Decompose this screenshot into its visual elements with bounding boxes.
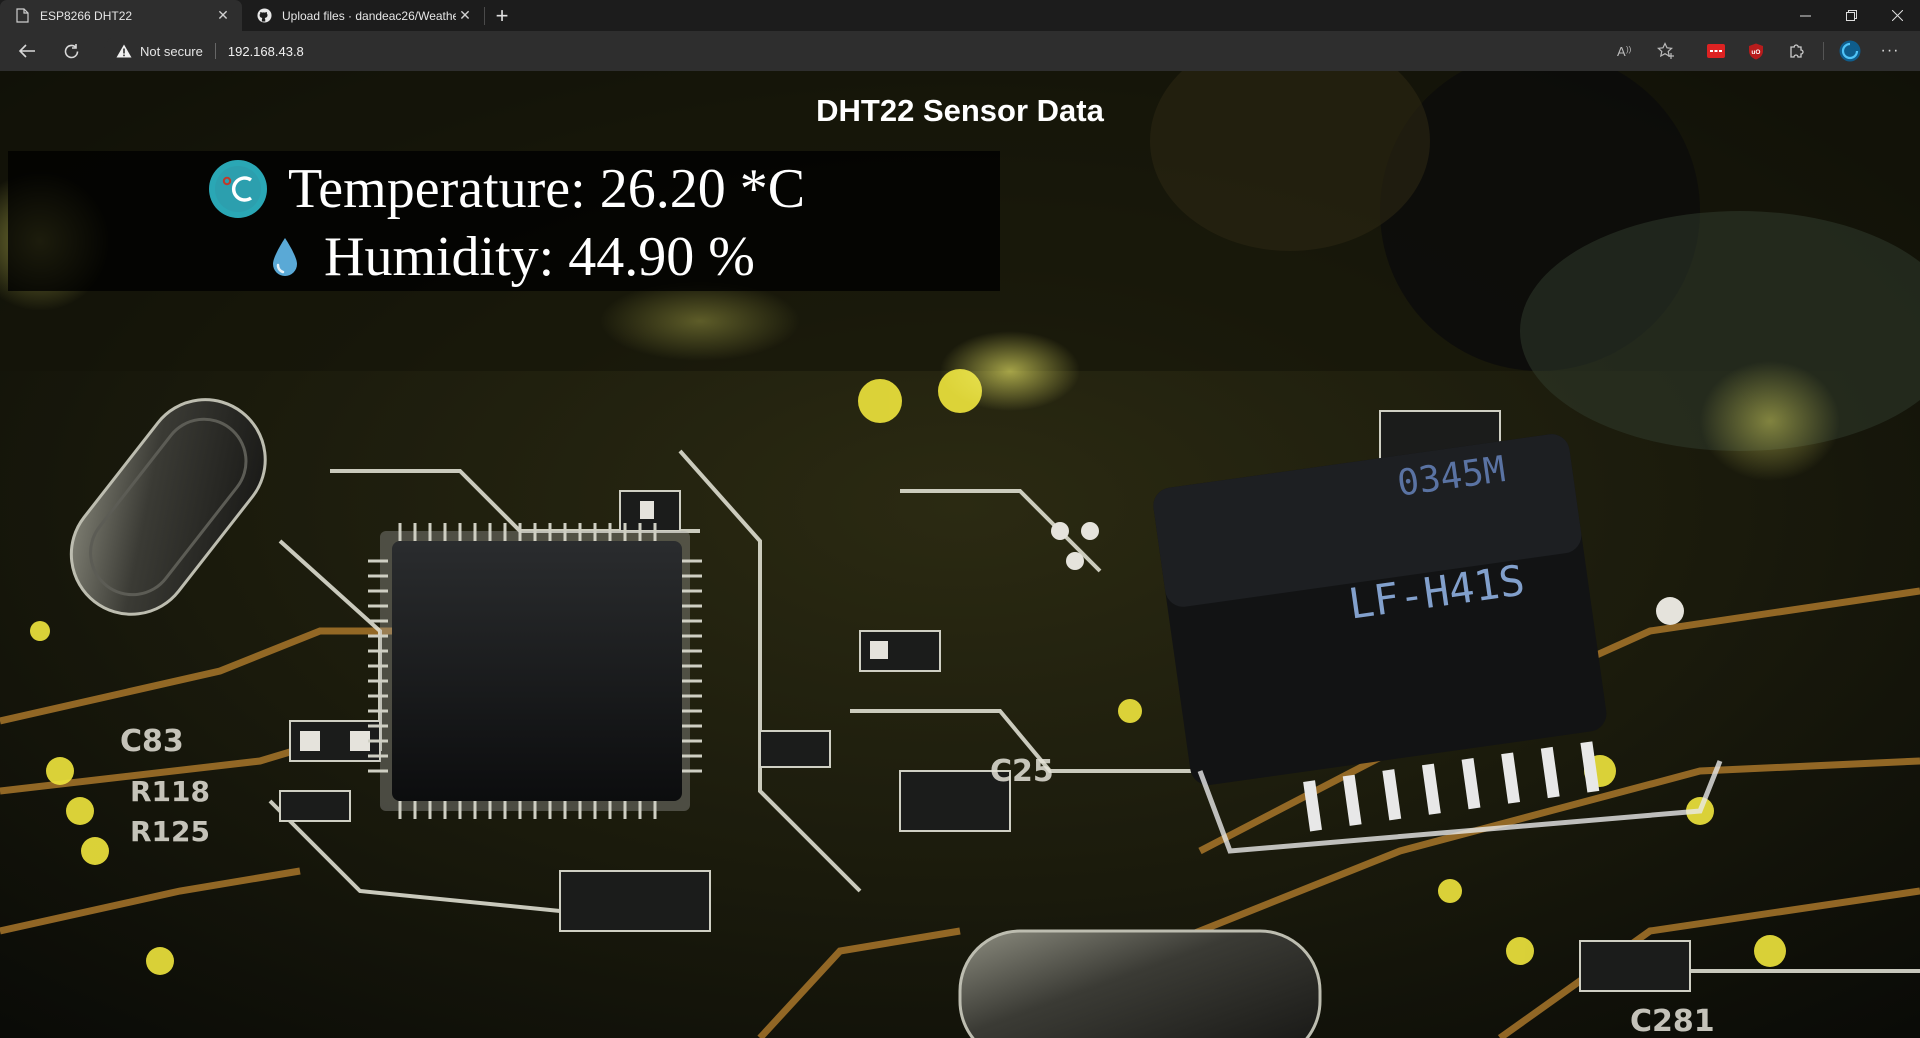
temperature-reading: Temperature: 26.20 *C [208,159,805,219]
minimize-button[interactable] [1782,0,1828,31]
tab-upload-files[interactable]: Upload files · dandeac26/Weathe ✕ [242,0,484,31]
security-status[interactable]: Not secure [140,44,203,59]
temperature-label: Temperature: [288,158,586,220]
warning-icon[interactable] [116,44,132,58]
close-tab-icon[interactable]: ✕ [456,7,474,25]
address-bar[interactable]: Not secure 192.168.43.8 [104,35,1634,67]
toolbar-divider [1816,33,1830,69]
tab-title: ESP8266 DHT22 [40,8,133,23]
svg-text:A: A [1617,44,1626,58]
svg-text:uO: uO [1751,49,1760,56]
svg-text:C83: C83 [120,724,184,759]
humidity-reading: Humidity: 44.90 % [270,229,755,285]
address-divider [214,43,216,59]
svg-text:R125: R125 [130,815,210,848]
close-window-button[interactable] [1874,0,1920,31]
temperature-value: 26.20 [599,158,726,220]
extension-red-icon[interactable] [1696,33,1736,69]
new-tab-button[interactable]: + [485,0,519,31]
url-text[interactable]: 192.168.43.8 [228,44,304,59]
svg-text:C281: C281 [1630,1004,1715,1038]
browser-toolbar: Not secure 192.168.43.8 A)) uO ··· [0,31,1920,71]
github-icon [256,8,272,24]
temperature-unit: *C [739,158,806,220]
humidity-unit: % [708,226,755,288]
extensions-puzzle-icon[interactable] [1776,33,1816,69]
page-viewport: C83 R118 R125 C25 C281 RN62 [0,71,1920,1038]
favorites-star-icon[interactable] [1646,33,1686,69]
svg-text:R118: R118 [130,775,210,808]
page-icon [14,8,30,24]
reload-button[interactable] [53,33,89,69]
water-drop-icon [270,236,300,278]
profile-avatar-icon[interactable] [1830,33,1870,69]
sensor-readings-panel: Temperature: 26.20 *C Humidity: 44.90 % [8,151,1000,291]
svg-text:)): )) [1626,45,1632,54]
humidity-value: 44.90 [568,226,695,288]
page-title: DHT22 Sensor Data [816,93,1104,128]
toolbar-extensions: A)) uO ··· [1606,33,1910,69]
ublock-origin-icon[interactable]: uO [1736,33,1776,69]
more-menu-icon[interactable]: ··· [1870,33,1910,69]
tab-esp8266[interactable]: ESP8266 DHT22 ✕ [0,0,242,31]
svg-text:C25: C25 [990,754,1054,789]
tab-strip: ESP8266 DHT22 ✕ Upload files · dandeac26… [0,0,1920,31]
tab-title: Upload files · dandeac26/Weathe [282,8,456,23]
window-controls [1782,0,1920,31]
humidity-label: Humidity: [324,226,555,288]
close-tab-icon[interactable]: ✕ [214,7,232,25]
restore-button[interactable] [1828,0,1874,31]
read-aloud-icon[interactable]: A)) [1606,33,1646,69]
back-button[interactable] [9,33,45,69]
thermometer-celsius-icon [208,159,268,219]
